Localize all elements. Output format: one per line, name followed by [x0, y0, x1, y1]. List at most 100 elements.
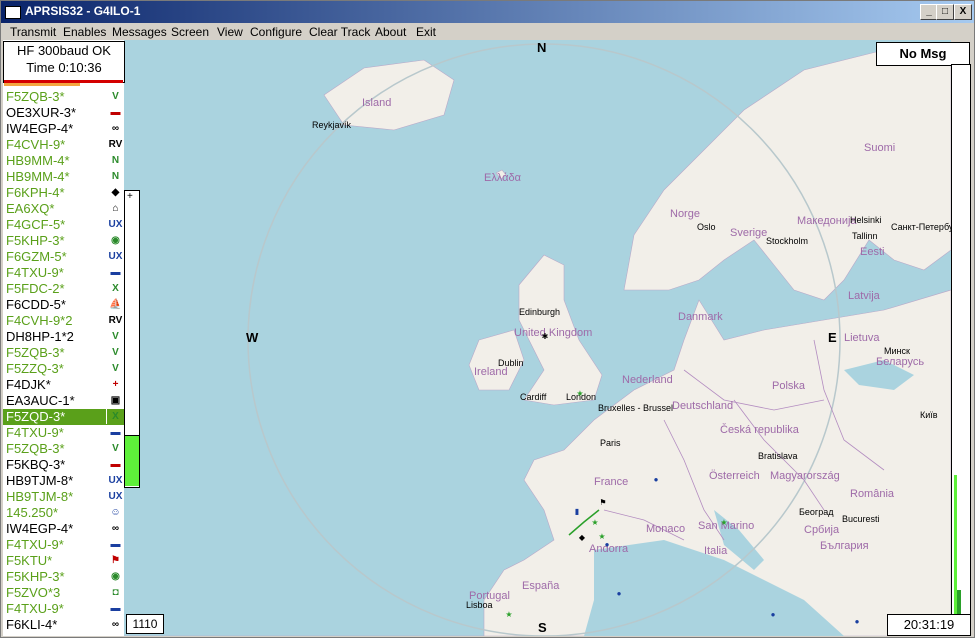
map-station-marker[interactable]: ●	[614, 589, 624, 598]
station-row[interactable]: F4CVH-9* RV	[3, 137, 124, 153]
station-row[interactable]: F5ZQD-3* X	[3, 409, 124, 425]
station-list: F5ZQB-3* V OE3XUR-3* ▬ IW4EGP-4* ∞ F4CVH-9* RV H…	[3, 89, 124, 633]
map-label-island: Island	[362, 97, 392, 109]
ux-icon: UX	[106, 217, 124, 232]
station-row[interactable]: F4DJK* +	[3, 377, 124, 393]
station-callsign: F4TXU-9*	[6, 537, 64, 552]
menu-about[interactable]: About	[375, 25, 406, 39]
status-line-1: HF 300baud OK	[17, 43, 111, 58]
station-callsign: F6KLI-4*	[6, 617, 58, 632]
menu-view[interactable]: View	[217, 25, 243, 39]
station-row[interactable]: F4TXU-9* ▬	[3, 601, 124, 617]
map-station-marker[interactable]: ●	[768, 610, 778, 619]
close-button[interactable]: X	[954, 4, 972, 20]
station-row[interactable]: F4TXU-9* ▬	[3, 537, 124, 553]
map-station-marker[interactable]: ★	[590, 518, 600, 527]
station-callsign: F4GCF-5*	[6, 217, 66, 232]
station-row[interactable]: EA3AUC-1* ▣	[3, 393, 124, 409]
map-label-uk: United Kingdom	[514, 327, 593, 339]
map-station-marker[interactable]: ★	[719, 518, 729, 527]
station-callsign: F4TXU-9*	[6, 265, 64, 280]
v-icon: V	[106, 361, 124, 376]
station-row[interactable]: HB9MM-4* N	[3, 153, 124, 169]
scroll-thumb[interactable]	[125, 435, 139, 486]
station-row[interactable]: HB9TJM-8* UX	[3, 473, 124, 489]
station-row[interactable]: F5KHP-3* ◉	[3, 233, 124, 249]
station-row[interactable]: F6KPH-4* ◆	[3, 185, 124, 201]
station-row[interactable]: OE3XUR-3* ▬	[3, 105, 124, 121]
clock: 20:31:19	[887, 614, 971, 636]
station-callsign: HB9TJM-8*	[6, 489, 74, 504]
station-row[interactable]: F5ZQB-3* V	[3, 441, 124, 457]
station-row[interactable]: F5ZQB-3* V	[3, 89, 124, 105]
map-station-marker[interactable]: ★	[504, 610, 514, 619]
menu-transmit[interactable]: Transmit	[10, 25, 56, 39]
map-station-marker[interactable]: ●	[651, 475, 661, 484]
map-label-helsinki: Helsinki	[850, 215, 882, 225]
map-station-marker[interactable]: ▮	[572, 507, 582, 516]
station-row[interactable]: F5KBQ-3* ▬	[3, 457, 124, 473]
station-row[interactable]: HB9TJM-8* UX	[3, 489, 124, 505]
station-callsign: F5ZZQ-3*	[6, 361, 64, 376]
station-count: 1110	[126, 614, 164, 634]
map-label-suomi: Suomi	[864, 142, 896, 154]
scroll-up-button[interactable]: +	[127, 191, 133, 202]
station-row[interactable]: F5ZVO*3 ◘	[3, 585, 124, 601]
station-row[interactable]: F4TXU-9* ▬	[3, 265, 124, 281]
map-label-nederland: Nederland	[622, 374, 673, 386]
ux-icon: UX	[106, 473, 124, 488]
app-icon	[5, 6, 21, 19]
map-label-reykjavik: Reykjavík	[312, 120, 352, 130]
station-row[interactable]: F5FDC-2* X	[3, 281, 124, 297]
station-row[interactable]: F6CDD-5* ⛵	[3, 297, 124, 313]
message-indicator[interactable]: No Msg	[876, 42, 970, 66]
map-station-marker[interactable]: ●	[852, 617, 862, 626]
menu-exit[interactable]: Exit	[416, 25, 436, 39]
station-callsign: F5KTU*	[6, 553, 53, 568]
station-row[interactable]: F6GZM-5* UX	[3, 249, 124, 265]
menu-configure[interactable]: Configure	[250, 25, 302, 39]
menu-enables[interactable]: Enables	[63, 25, 106, 39]
map-station-marker[interactable]: ★	[575, 389, 585, 398]
map-station-marker[interactable]: ✱	[540, 332, 550, 341]
station-row[interactable]: IW4EGP-4* ∞	[3, 521, 124, 537]
map-label-kyiv: Київ	[920, 410, 938, 420]
station-callsign: EA6XQ*	[6, 201, 55, 216]
map-station-marker[interactable]: ⚑	[598, 498, 608, 507]
status-line-2: Time 0:10:36	[26, 60, 102, 75]
station-row[interactable]: EA6XQ* ⌂	[3, 201, 124, 217]
station-row[interactable]: F5KHP-3* ◉	[3, 569, 124, 585]
bike-icon: ∞	[106, 121, 124, 136]
station-row[interactable]: 145.250* ☺	[3, 505, 124, 521]
map-label-monaco: Monaco	[646, 523, 686, 535]
station-row[interactable]: F4CVH-9*2 RV	[3, 313, 124, 329]
v-icon: V	[106, 345, 124, 360]
station-row[interactable]: DH8HP-1*2 V	[3, 329, 124, 345]
menu-clear-track[interactable]: Clear Track	[309, 25, 370, 39]
map-station-marker[interactable]: ●	[602, 540, 612, 549]
maximize-button[interactable]: □	[936, 4, 954, 20]
diamond-icon: ◆	[106, 185, 124, 200]
station-row[interactable]: F5ZQB-3* V	[3, 345, 124, 361]
map-label-brussels: Bruxelles - Brussel	[598, 403, 674, 413]
station-row[interactable]: F6KLI-4* ∞	[3, 617, 124, 633]
cross-icon: +	[106, 377, 124, 392]
map-view[interactable]: N S E W Island Reykjavík Ελλάδα United K…	[124, 40, 951, 636]
truck-icon: ▬	[106, 425, 124, 440]
station-row[interactable]: F4TXU-9* ▬	[3, 425, 124, 441]
station-row[interactable]: IW4EGP-4* ∞	[3, 121, 124, 137]
dot-icon: ◉	[106, 233, 124, 248]
station-callsign: F5ZQB-3*	[6, 89, 65, 104]
station-row[interactable]: F5KTU* ⚑	[3, 553, 124, 569]
map-label-bucuresti: Bucuresti	[842, 514, 880, 524]
v-icon: V	[106, 89, 124, 104]
menu-screen[interactable]: Screen	[171, 25, 209, 39]
list-scrollbar[interactable]: +	[124, 190, 140, 488]
menu-messages[interactable]: Messages	[112, 25, 167, 39]
map-station-marker[interactable]: ◆	[577, 533, 587, 542]
boat-icon: ⛵	[106, 297, 124, 312]
station-row[interactable]: F4GCF-5* UX	[3, 217, 124, 233]
station-row[interactable]: F5ZZQ-3* V	[3, 361, 124, 377]
title-bar[interactable]: APRSIS32 - G4ILO-1 _ □ X	[1, 1, 974, 23]
station-row[interactable]: HB9MM-4* N	[3, 169, 124, 185]
